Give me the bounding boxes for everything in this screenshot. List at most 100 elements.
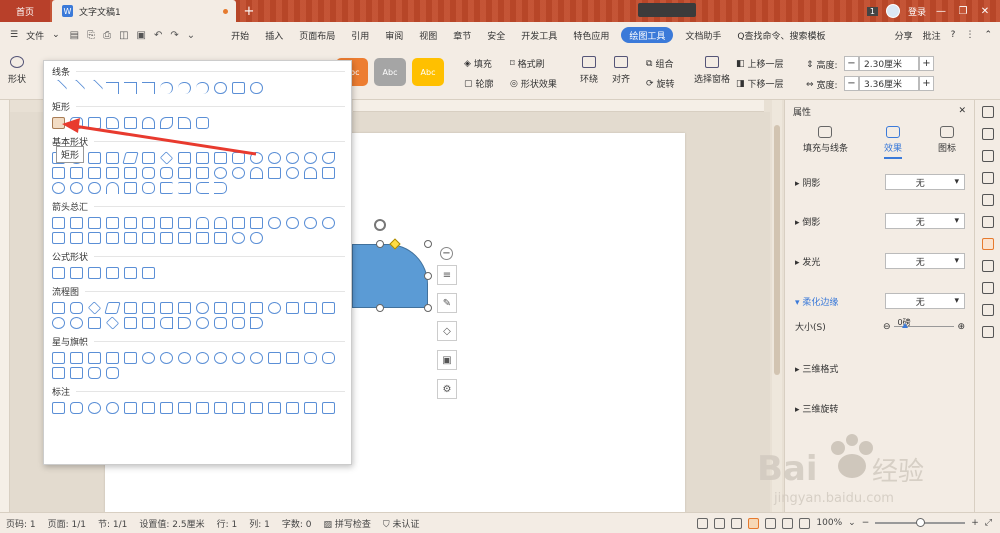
flow-offpage-connector[interactable]	[286, 302, 299, 314]
layout-options-icon[interactable]: ≡	[437, 265, 457, 285]
status-row[interactable]: 行: 1	[211, 517, 244, 530]
shape-curved-double-arrow[interactable]	[196, 82, 209, 94]
shape-curved-up-arrow[interactable]	[304, 217, 317, 229]
style-gold[interactable]: Abc	[412, 58, 444, 86]
minimize-button[interactable]: —	[934, 6, 948, 17]
search-commands[interactable]: Q查找命令、搜索模板	[729, 22, 833, 48]
callout-line-3[interactable]	[160, 402, 173, 414]
shape-block-arc[interactable]	[250, 167, 263, 179]
hamburger-icon[interactable]: ☰	[10, 30, 18, 40]
star-explosion-2[interactable]	[70, 352, 83, 364]
flow-direct-access[interactable]	[232, 317, 245, 329]
shape-right-arrow-callout[interactable]	[124, 232, 137, 244]
shape-line[interactable]	[49, 79, 68, 97]
collapse-ribbon-icon[interactable]: ⌃	[984, 30, 992, 40]
tab-icon[interactable]: 图标	[938, 126, 956, 159]
redo-icon[interactable]: ↷	[170, 30, 178, 41]
selection-pane-button[interactable]: 选择窗格	[694, 56, 730, 85]
status-pages[interactable]: 页面: 1/1	[42, 517, 92, 530]
shape-plus[interactable]	[52, 267, 65, 279]
shapes-icon[interactable]	[981, 150, 994, 162]
glow-label[interactable]: ▸ 发光	[795, 255, 820, 268]
fill-bucket-icon[interactable]: ◇	[437, 321, 457, 341]
shape-left-up-arrow[interactable]	[232, 217, 245, 229]
star-10-point[interactable]	[178, 352, 191, 364]
shape-l-shape[interactable]	[88, 167, 101, 179]
size-increase-icon[interactable]: ⊕	[957, 322, 965, 332]
spellcheck-button[interactable]: ▨ 拼写检查	[318, 517, 377, 530]
shape-right-arrow[interactable]	[52, 217, 65, 229]
shape-up-down-arrow[interactable]	[142, 217, 155, 229]
shape-frame[interactable]	[52, 167, 65, 179]
shape-minus[interactable]	[70, 267, 83, 279]
preview-icon[interactable]: ◫	[119, 30, 128, 41]
shape-left-brace[interactable]	[196, 182, 209, 194]
size-slider[interactable]: ⊖ 0磅 ⊕	[883, 318, 965, 332]
flow-or[interactable]	[70, 317, 83, 329]
flow-predefined-process[interactable]	[124, 302, 137, 314]
width-increase-button[interactable]: +	[919, 76, 934, 91]
shape-button[interactable]: 形状	[8, 56, 26, 85]
shadow-label[interactable]: ▸ 阴影	[795, 176, 820, 189]
callout-accent-2[interactable]	[214, 402, 227, 414]
tab-drawing-tools[interactable]: 绘图工具	[621, 27, 674, 43]
flow-sequential-storage[interactable]	[196, 317, 209, 329]
export-panel-icon[interactable]	[981, 326, 994, 338]
height-increase-button[interactable]: +	[919, 56, 934, 71]
undo-icon[interactable]: ↶	[154, 30, 162, 41]
shape-double-bracket[interactable]	[124, 182, 137, 194]
shape-not-equal[interactable]	[142, 267, 155, 279]
flow-document[interactable]	[160, 302, 173, 314]
tab-effects[interactable]: 效果	[883, 126, 902, 159]
callout-accent-3[interactable]	[232, 402, 245, 414]
shape-curve[interactable]	[214, 82, 227, 94]
resize-handle-top-right[interactable]	[424, 240, 432, 248]
shape-settings-icon[interactable]: ⚙	[437, 379, 457, 399]
write-mode-icon[interactable]	[782, 517, 794, 529]
flow-punched-tape[interactable]	[322, 302, 335, 314]
width-input[interactable]: 3.36厘米	[859, 76, 919, 91]
frame-icon[interactable]: ▣	[437, 350, 457, 370]
flow-preparation[interactable]	[214, 302, 227, 314]
star-24-point[interactable]	[232, 352, 245, 364]
shape-dodecagon[interactable]	[268, 152, 281, 164]
flow-extract[interactable]	[124, 317, 137, 329]
shape-cloud[interactable]	[88, 182, 101, 194]
shape-elbow-arrow[interactable]	[124, 82, 137, 94]
curved-ribbon-up[interactable]	[304, 352, 317, 364]
flow-decision[interactable]	[87, 301, 102, 315]
callout-border-2[interactable]	[286, 402, 299, 414]
shape-double-arrow[interactable]	[85, 79, 104, 97]
shape-down-arrow[interactable]	[106, 217, 119, 229]
flow-data[interactable]	[104, 302, 121, 314]
shape-bent-up-arrow[interactable]	[250, 217, 263, 229]
shape-equal[interactable]	[124, 267, 137, 279]
print-preview-icon[interactable]: ▣	[137, 30, 146, 41]
menu-item-2[interactable]: 页面布局	[291, 22, 343, 48]
callout-border-3[interactable]	[304, 402, 317, 414]
menu-item-1[interactable]: 插入	[257, 22, 291, 48]
shape-striped-right-arrow[interactable]	[52, 232, 65, 244]
soft-edge-select[interactable]: 无 ▾	[885, 293, 965, 309]
shape-quad-arrow-callout[interactable]	[214, 232, 227, 244]
edit-outline-icon[interactable]: ✎	[437, 293, 457, 313]
wave[interactable]	[88, 367, 101, 379]
shape-left-bracket[interactable]	[160, 182, 173, 194]
curved-ribbon-down[interactable]	[322, 352, 335, 364]
new-tab-button[interactable]: +	[238, 0, 260, 22]
shape-teardrop[interactable]	[322, 152, 335, 164]
shape-swoosh-arrow[interactable]	[250, 232, 263, 244]
zoom-out-button[interactable]: −	[862, 518, 870, 528]
shape-u-turn-arrow[interactable]	[214, 217, 227, 229]
shape-pentagon-arrow[interactable]	[88, 232, 101, 244]
star-12-point[interactable]	[196, 352, 209, 364]
callout-border-1[interactable]	[268, 402, 281, 414]
flow-collate[interactable]	[88, 317, 101, 329]
save-icon[interactable]: ▤	[70, 30, 79, 41]
star-7-point[interactable]	[142, 352, 155, 364]
shape-chord[interactable]	[304, 152, 317, 164]
star-6-point[interactable]	[124, 352, 137, 364]
pen-icon[interactable]	[981, 106, 994, 118]
vertical-scroll[interactable]	[52, 367, 65, 379]
restore-button[interactable]: ❐	[956, 6, 970, 17]
